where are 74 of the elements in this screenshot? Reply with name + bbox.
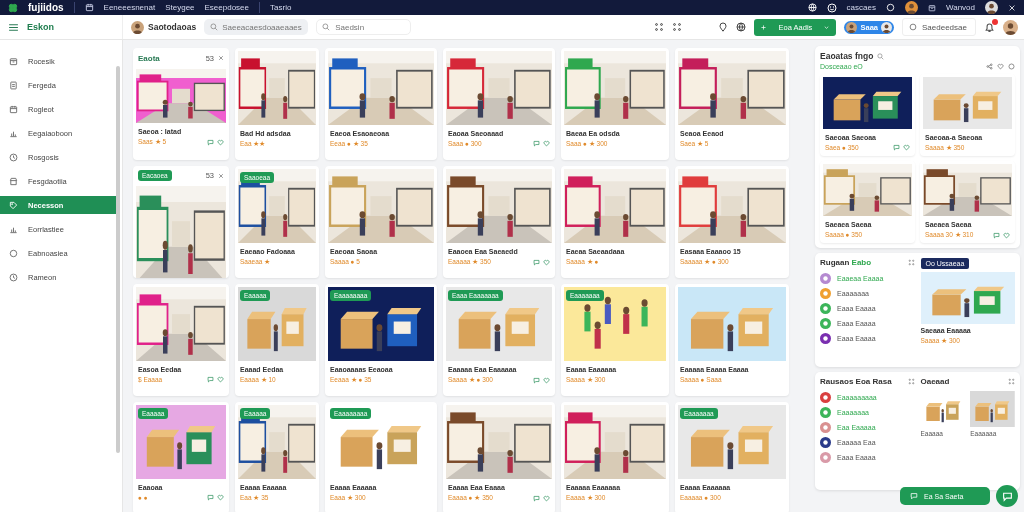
card-heading: Eaota xyxy=(138,53,160,63)
menu-icon[interactable] xyxy=(8,21,19,33)
chat-button[interactable] xyxy=(996,485,1018,507)
heart-icon[interactable] xyxy=(997,63,1004,70)
section-title: Eskon xyxy=(27,22,54,32)
nav-link[interactable]: Eseepdosee xyxy=(204,3,249,12)
search-icon[interactable] xyxy=(877,52,885,60)
grid-icon[interactable] xyxy=(672,22,683,32)
heart-icon[interactable] xyxy=(217,138,224,146)
avatar[interactable] xyxy=(131,20,144,34)
heart-icon[interactable] xyxy=(217,494,224,501)
nav-icon xyxy=(9,200,18,210)
chat-icon[interactable] xyxy=(207,376,214,383)
nav-icon xyxy=(9,104,18,114)
nav-icon xyxy=(9,56,18,66)
heart-icon[interactable] xyxy=(543,258,550,266)
nav-link[interactable]: Steygee xyxy=(165,3,195,12)
logo-icon xyxy=(8,2,18,13)
nav-icon xyxy=(9,152,18,162)
heart-icon[interactable] xyxy=(543,140,550,147)
nav-icon xyxy=(9,248,18,258)
chat-icon[interactable] xyxy=(207,494,214,501)
status-text: cascaes xyxy=(846,3,876,12)
chat-icon[interactable] xyxy=(533,258,540,266)
caret-icon xyxy=(823,23,831,31)
scrollbar[interactable] xyxy=(116,66,120,453)
plus-icon xyxy=(760,23,768,31)
section-title: Oaeaad xyxy=(920,377,950,386)
search-icon xyxy=(322,23,331,31)
heart-icon[interactable] xyxy=(903,144,910,151)
search-field[interactable]: Saeeacaesdoaaeaaes xyxy=(204,19,309,35)
chat-icon[interactable] xyxy=(533,376,540,384)
more-icon[interactable] xyxy=(907,259,915,266)
nav-link[interactable]: Eeneeesnenat xyxy=(103,3,156,12)
notification-badge xyxy=(992,18,998,25)
user-name[interactable]: Wanvod xyxy=(945,3,975,12)
logo[interactable]: fujiidos xyxy=(28,2,64,13)
heart-icon[interactable] xyxy=(543,494,550,502)
panel-title: Eaoatas fngo xyxy=(820,51,874,61)
smiley-icon[interactable] xyxy=(826,2,837,13)
share-icon[interactable] xyxy=(986,63,993,70)
pin-icon[interactable] xyxy=(718,22,729,32)
search-icon xyxy=(210,23,219,31)
heart-icon[interactable] xyxy=(543,376,550,384)
section-title: Rausaos Eoa Rasa xyxy=(820,377,892,386)
nav-icon xyxy=(9,272,18,282)
chat-icon xyxy=(910,492,918,500)
chat-icon[interactable] xyxy=(993,231,1000,239)
avatar[interactable] xyxy=(881,21,892,33)
nav-icon xyxy=(9,176,18,186)
heart-icon[interactable] xyxy=(217,376,224,383)
section-title: Rugaan Eabo xyxy=(820,258,872,267)
more-icon[interactable] xyxy=(1008,378,1015,385)
circle-icon[interactable] xyxy=(1008,63,1015,70)
globe-icon[interactable] xyxy=(736,22,747,32)
chat-icon[interactable] xyxy=(207,138,214,146)
more-icon[interactable] xyxy=(907,378,915,385)
calendar-icon[interactable] xyxy=(84,3,94,12)
nav-link[interactable]: Tasrio xyxy=(270,3,292,12)
chat-icon[interactable] xyxy=(533,494,540,502)
avatar[interactable] xyxy=(985,1,998,14)
grid-icon[interactable] xyxy=(654,22,665,32)
notice-field[interactable]: Saedeedsae xyxy=(902,18,976,36)
bell-icon[interactable] xyxy=(984,21,995,33)
chat-icon xyxy=(1001,490,1013,502)
chat-icon[interactable] xyxy=(893,144,900,151)
avatar[interactable] xyxy=(1003,19,1018,35)
search-field[interactable]: Saedsin xyxy=(316,19,412,35)
chat-icon[interactable] xyxy=(533,140,540,147)
avatar[interactable] xyxy=(904,1,918,14)
nav-icon xyxy=(9,80,18,90)
heart-icon[interactable] xyxy=(1003,231,1010,239)
store-name[interactable]: Saotodaoas xyxy=(148,22,197,32)
circle-icon xyxy=(909,23,917,31)
